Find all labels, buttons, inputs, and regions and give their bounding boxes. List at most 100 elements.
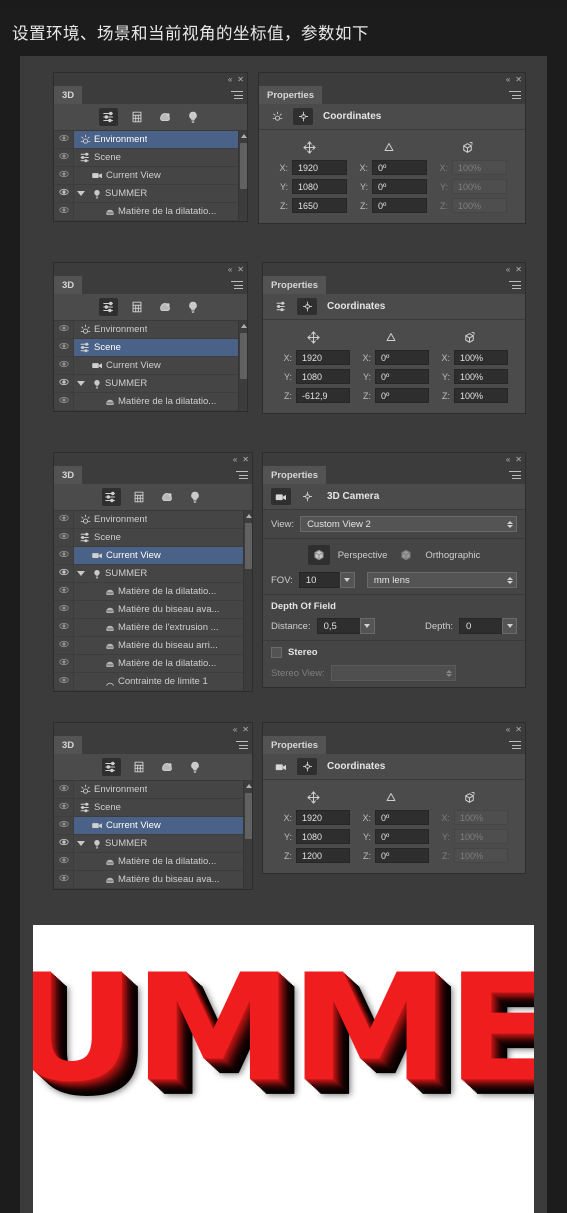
coordinates-icon[interactable] bbox=[297, 298, 317, 315]
visibility-toggle[interactable] bbox=[54, 817, 74, 834]
scene-list-row[interactable]: SUMMER bbox=[54, 565, 252, 583]
position-field[interactable]: 1080 bbox=[296, 369, 350, 384]
disclosure-triangle-icon[interactable] bbox=[77, 571, 85, 576]
fov-value[interactable]: 10 bbox=[298, 572, 340, 588]
scrollbar-thumb[interactable] bbox=[245, 523, 252, 569]
view-select[interactable]: Custom View 2 bbox=[300, 516, 517, 532]
material-filter-icon[interactable] bbox=[155, 298, 174, 316]
depth-stepper[interactable]: 0 bbox=[459, 618, 517, 634]
position-field[interactable]: -612,9 bbox=[296, 388, 350, 403]
scene-list-row[interactable]: Environment bbox=[54, 321, 247, 339]
scene-list-row[interactable]: SUMMER bbox=[54, 185, 247, 203]
scene-list-row[interactable]: Scene bbox=[54, 149, 247, 167]
position-field[interactable]: 1650 bbox=[292, 198, 347, 213]
collapse-icon[interactable]: « bbox=[506, 725, 511, 734]
panel-menu-icon[interactable] bbox=[509, 741, 521, 749]
close-icon[interactable]: ✕ bbox=[515, 725, 522, 734]
visibility-toggle[interactable] bbox=[54, 185, 74, 202]
visibility-toggle[interactable] bbox=[54, 149, 74, 166]
tab-3d[interactable]: 3D bbox=[54, 466, 83, 484]
mesh-filter-icon[interactable] bbox=[127, 108, 146, 126]
visibility-toggle[interactable] bbox=[54, 529, 74, 546]
visibility-toggle[interactable] bbox=[54, 583, 74, 600]
rotation-field[interactable]: 0º bbox=[375, 369, 429, 384]
visibility-toggle[interactable] bbox=[54, 835, 74, 852]
visibility-toggle[interactable] bbox=[54, 393, 74, 410]
visibility-toggle[interactable] bbox=[54, 547, 74, 564]
material-filter-icon[interactable] bbox=[158, 758, 177, 776]
tab-3d[interactable]: 3D bbox=[54, 276, 83, 294]
scale-field[interactable]: 100% bbox=[454, 388, 508, 403]
rotation-field[interactable]: 0º bbox=[375, 848, 429, 863]
scrollbar-thumb[interactable] bbox=[240, 143, 247, 189]
visibility-toggle[interactable] bbox=[54, 357, 74, 374]
tab-properties[interactable]: Properties bbox=[259, 86, 322, 104]
visibility-toggle[interactable] bbox=[54, 853, 74, 870]
scene-list-row[interactable]: Scene bbox=[54, 799, 252, 817]
rotation-field[interactable]: 0º bbox=[372, 160, 427, 175]
visibility-toggle[interactable] bbox=[54, 203, 74, 220]
visibility-toggle[interactable] bbox=[54, 655, 74, 672]
scroll-up-icon[interactable] bbox=[246, 514, 252, 518]
scene-list-row[interactable]: Current View bbox=[54, 167, 247, 185]
scene-list-row[interactable]: Current View bbox=[54, 547, 252, 565]
depth-value[interactable]: 0 bbox=[459, 618, 502, 634]
position-field[interactable]: 1920 bbox=[296, 810, 350, 825]
close-icon[interactable]: ✕ bbox=[515, 75, 522, 84]
scene-list-row[interactable]: Contrainte de limite 1 bbox=[54, 673, 252, 691]
visibility-toggle[interactable] bbox=[54, 799, 74, 816]
chevron-updown-icon[interactable] bbox=[507, 576, 513, 584]
stereo-checkbox[interactable] bbox=[271, 647, 282, 658]
rotation-field[interactable]: 0º bbox=[375, 388, 429, 403]
scale-field[interactable]: 100% bbox=[454, 369, 508, 384]
scroll-up-icon[interactable] bbox=[246, 784, 252, 788]
chevron-updown-icon[interactable] bbox=[507, 520, 513, 528]
visibility-toggle[interactable] bbox=[54, 167, 74, 184]
tab-properties[interactable]: Properties bbox=[263, 276, 326, 294]
position-field[interactable]: 1080 bbox=[292, 179, 347, 194]
scene-list-row[interactable]: Matière de la dilatatio... bbox=[54, 655, 252, 673]
visibility-toggle[interactable] bbox=[54, 781, 74, 798]
scene-list-row[interactable]: Matière de la dilatatio... bbox=[54, 583, 252, 601]
scene-icon[interactable] bbox=[271, 298, 291, 315]
visibility-toggle[interactable] bbox=[54, 375, 74, 392]
scale-field[interactable]: 100% bbox=[454, 350, 508, 365]
rotation-field[interactable]: 0º bbox=[375, 350, 429, 365]
panel-menu-icon[interactable] bbox=[231, 91, 243, 99]
material-filter-icon[interactable] bbox=[158, 488, 177, 506]
close-icon[interactable]: ✕ bbox=[237, 265, 244, 274]
perspective-button[interactable] bbox=[307, 545, 330, 565]
visibility-toggle[interactable] bbox=[54, 637, 74, 654]
disclosure-triangle-icon[interactable] bbox=[77, 381, 85, 386]
scroll-up-icon[interactable] bbox=[241, 324, 247, 328]
scene-list-row[interactable]: Matière de la dilatatio... bbox=[54, 203, 247, 221]
scene-list-row[interactable]: Current View bbox=[54, 357, 247, 375]
scroll-up-icon[interactable] bbox=[241, 134, 247, 138]
light-filter-icon[interactable] bbox=[186, 488, 205, 506]
position-field[interactable]: 1080 bbox=[296, 829, 350, 844]
position-field[interactable]: 1920 bbox=[296, 350, 350, 365]
scene-list-row[interactable]: Environment bbox=[54, 781, 252, 799]
disclosure-triangle-icon[interactable] bbox=[77, 841, 85, 846]
visibility-toggle[interactable] bbox=[54, 871, 74, 888]
scrollbar-thumb[interactable] bbox=[240, 333, 247, 379]
scene-list-row[interactable]: SUMMER bbox=[54, 375, 247, 393]
close-icon[interactable]: ✕ bbox=[242, 725, 249, 734]
material-filter-icon[interactable] bbox=[155, 108, 174, 126]
tab-3d[interactable]: 3D bbox=[54, 86, 83, 104]
lens-unit-select[interactable]: mm lens bbox=[366, 572, 517, 588]
mesh-filter-icon[interactable] bbox=[130, 758, 149, 776]
visibility-toggle[interactable] bbox=[54, 339, 74, 356]
chevron-down-icon[interactable] bbox=[339, 572, 355, 588]
scene-list-row[interactable]: Environment bbox=[54, 131, 247, 149]
collapse-icon[interactable]: « bbox=[233, 455, 238, 464]
collapse-icon[interactable]: « bbox=[233, 725, 238, 734]
collapse-icon[interactable]: « bbox=[506, 265, 511, 274]
rotation-field[interactable]: 0º bbox=[372, 179, 427, 194]
light-filter-icon[interactable] bbox=[183, 108, 202, 126]
fov-stepper[interactable]: 10 bbox=[298, 572, 355, 588]
visibility-toggle[interactable] bbox=[54, 321, 74, 338]
scene-list-row[interactable]: Scene bbox=[54, 529, 252, 547]
list-scrollbar[interactable] bbox=[238, 321, 247, 411]
light-filter-icon[interactable] bbox=[186, 758, 205, 776]
